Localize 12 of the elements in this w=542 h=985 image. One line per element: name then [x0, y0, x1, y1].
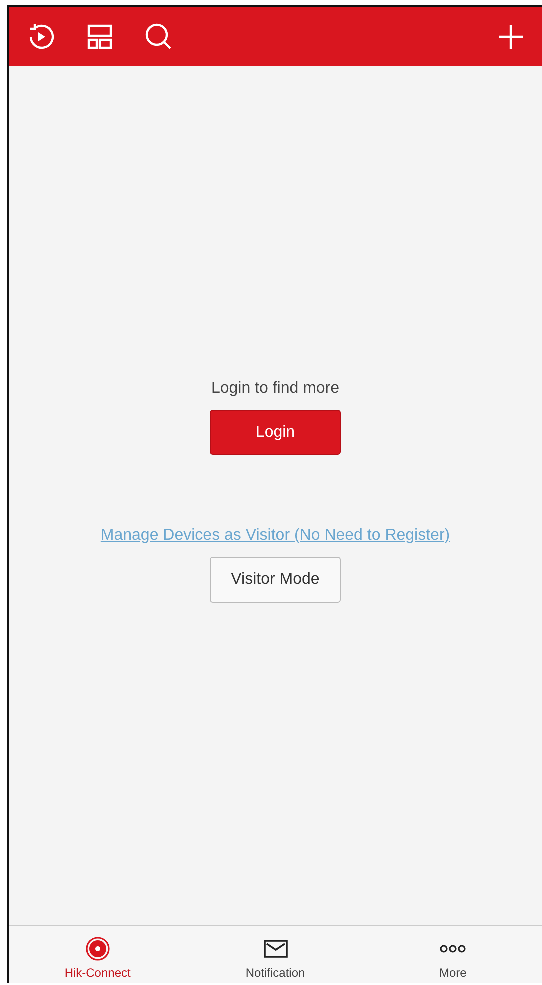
tab-bar-item[interactable]: Hik-Connect	[9, 926, 187, 983]
tab-bar-item[interactable]: Notification	[186, 926, 364, 983]
mail-icon	[264, 939, 288, 959]
layout-icon[interactable]	[86, 22, 114, 50]
search-icon[interactable]	[144, 22, 174, 52]
add-icon[interactable]	[497, 22, 525, 50]
tab-bar-item[interactable]: More	[364, 926, 542, 983]
login-button[interactable]: Login	[210, 410, 341, 455]
record-icon	[86, 937, 110, 961]
more-icon	[440, 944, 466, 954]
login-prompt: Login to find more	[211, 380, 340, 398]
visitor-mode-button[interactable]: Visitor Mode	[210, 557, 341, 603]
